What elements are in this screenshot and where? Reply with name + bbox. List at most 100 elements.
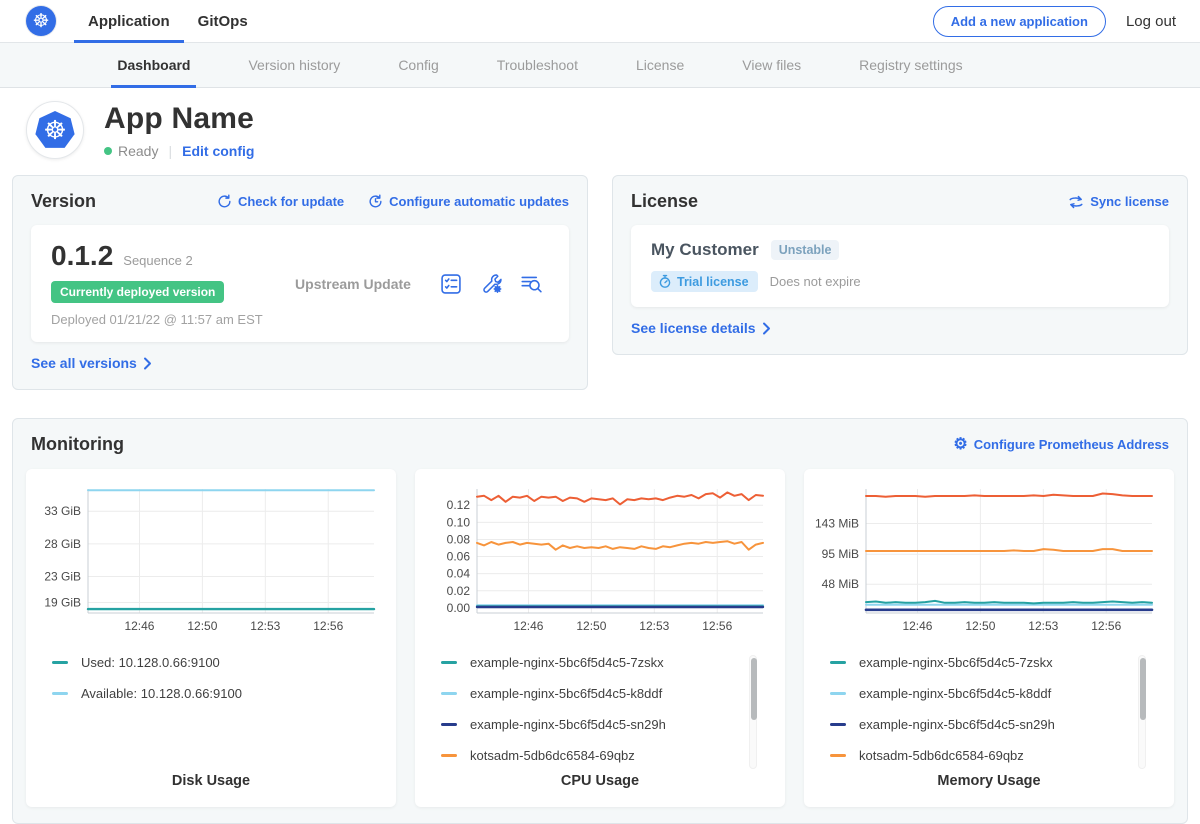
kubernetes-app-icon: ☸: [35, 111, 75, 149]
svg-text:0.10: 0.10: [447, 515, 471, 529]
svg-text:0.00: 0.00: [447, 601, 471, 615]
svg-text:12:50: 12:50: [187, 619, 217, 633]
license-summary-row: My Customer Unstable Trial license Does …: [631, 225, 1169, 307]
legend-item: kotsadm-5db6dc6584-69qbz: [830, 748, 1166, 763]
add-application-button[interactable]: Add a new application: [933, 6, 1106, 37]
preflight-checks-icon[interactable]: [440, 273, 462, 295]
svg-text:23 GiB: 23 GiB: [44, 569, 81, 583]
legend-color-dash: [441, 661, 457, 664]
legend-item: Used: 10.128.0.66:9100: [52, 655, 388, 670]
svg-text:12:56: 12:56: [313, 619, 343, 633]
topnav-tab-application[interactable]: Application: [74, 0, 184, 42]
edit-config-link[interactable]: Edit config: [182, 143, 254, 159]
svg-text:0.02: 0.02: [447, 584, 471, 598]
tab-config[interactable]: Config: [398, 43, 438, 87]
svg-text:0.06: 0.06: [447, 550, 471, 564]
cpu-usage-legend: example-nginx-5bc6f5d4c5-7zskx example-n…: [441, 655, 777, 763]
check-for-update-link[interactable]: Check for update: [217, 194, 344, 209]
tab-version-history[interactable]: Version history: [248, 43, 340, 87]
chart-title: Disk Usage: [34, 773, 388, 793]
deployed-timestamp: Deployed 01/21/22 @ 11:57 am EST: [51, 312, 266, 327]
legend-item: example-nginx-5bc6f5d4c5-7zskx: [830, 655, 1166, 670]
svg-text:95 MiB: 95 MiB: [822, 547, 859, 561]
svg-text:12:56: 12:56: [702, 619, 732, 633]
version-card: Version Check for update Configure autom…: [12, 175, 588, 390]
kubernetes-logo-icon[interactable]: ☸: [26, 6, 56, 36]
cpu-usage-chart: 0.120.100.080.060.040.020.0012:4612:5012…: [423, 481, 771, 639]
deployed-badge: Currently deployed version: [51, 281, 224, 303]
legend-color-dash: [441, 692, 457, 695]
legend-item: example-nginx-5bc6f5d4c5-7zskx: [441, 655, 777, 670]
license-type-badge: Trial license: [651, 271, 758, 292]
disk-usage-card: 33 GiB28 GiB23 GiB19 GiB12:4612:5012:531…: [26, 469, 396, 807]
see-license-details-link[interactable]: See license details: [631, 320, 771, 336]
scrollbar-thumb[interactable]: [1140, 658, 1146, 720]
version-sequence: Sequence 2: [123, 253, 192, 268]
svg-text:143 MiB: 143 MiB: [815, 517, 859, 531]
memory-usage-chart: 143 MiB 95 MiB 48 MiB 12:46 12:50 12:53 12:56: [812, 481, 1160, 639]
svg-text:33 GiB: 33 GiB: [44, 504, 81, 518]
svg-text:0.08: 0.08: [447, 532, 471, 546]
legend-color-dash: [52, 661, 68, 664]
legend-item: example-nginx-5bc6f5d4c5-k8ddf: [441, 686, 777, 701]
tab-license[interactable]: License: [636, 43, 684, 87]
page-title: App Name: [104, 102, 254, 136]
logout-button[interactable]: Log out: [1126, 13, 1176, 30]
legend-scrollbar[interactable]: [749, 655, 757, 769]
tab-registry-settings[interactable]: Registry settings: [859, 43, 962, 87]
clock-refresh-icon: [368, 194, 383, 209]
version-card-title: Version: [31, 191, 96, 212]
monitoring-section: Monitoring ⚙ Configure Prometheus Addres…: [12, 418, 1188, 824]
legend-color-dash: [441, 723, 457, 726]
edit-config-wrench-icon[interactable]: [480, 273, 503, 294]
top-navbar: ☸ Application GitOps Add a new applicati…: [0, 0, 1200, 43]
channel-badge: Unstable: [771, 240, 840, 260]
monitoring-title: Monitoring: [31, 434, 124, 455]
chevron-right-icon: [143, 357, 152, 370]
svg-text:12:50: 12:50: [576, 619, 606, 633]
legend-item: example-nginx-5bc6f5d4c5-sn29h: [441, 717, 777, 732]
see-all-versions-link[interactable]: See all versions: [31, 355, 152, 371]
legend-color-dash: [441, 754, 457, 757]
legend-item: Available: 10.128.0.66:9100: [52, 686, 388, 701]
legend-color-dash: [830, 661, 846, 664]
legend-scrollbar[interactable]: [1138, 655, 1146, 769]
tab-troubleshoot[interactable]: Troubleshoot: [497, 43, 578, 87]
legend-item: example-nginx-5bc6f5d4c5-sn29h: [830, 717, 1166, 732]
topnav-tab-gitops[interactable]: GitOps: [184, 0, 262, 42]
scrollbar-thumb[interactable]: [751, 658, 757, 720]
license-expiration: Does not expire: [770, 274, 861, 289]
svg-text:48 MiB: 48 MiB: [822, 577, 859, 591]
disk-usage-chart: 33 GiB28 GiB23 GiB19 GiB12:4612:5012:531…: [34, 481, 382, 639]
tab-view-files[interactable]: View files: [742, 43, 801, 87]
configure-automatic-updates-link[interactable]: Configure automatic updates: [368, 194, 569, 209]
app-subnav: Dashboard Version history Config Trouble…: [0, 43, 1200, 88]
svg-text:12:46: 12:46: [902, 619, 932, 633]
current-version-row: 0.1.2 Sequence 2 Currently deployed vers…: [31, 225, 569, 342]
legend-item: example-nginx-5bc6f5d4c5-k8ddf: [830, 686, 1166, 701]
svg-text:28 GiB: 28 GiB: [44, 537, 81, 551]
svg-text:12:56: 12:56: [1091, 619, 1121, 633]
gear-icon: ⚙: [953, 437, 967, 453]
version-number: 0.1.2: [51, 240, 113, 272]
svg-text:12:50: 12:50: [965, 619, 995, 633]
svg-text:12:53: 12:53: [250, 619, 280, 633]
legend-color-dash: [52, 692, 68, 695]
cpu-usage-card: 0.120.100.080.060.040.020.0012:4612:5012…: [415, 469, 785, 807]
stopwatch-icon: [658, 274, 672, 289]
configure-prometheus-link[interactable]: ⚙ Configure Prometheus Address: [953, 437, 1169, 453]
svg-text:19 GiB: 19 GiB: [44, 596, 81, 610]
memory-usage-legend: example-nginx-5bc6f5d4c5-7zskx example-n…: [830, 655, 1166, 763]
view-logs-icon[interactable]: [521, 274, 543, 294]
chart-title: CPU Usage: [423, 773, 777, 793]
svg-text:12:53: 12:53: [1028, 619, 1058, 633]
svg-text:0.12: 0.12: [447, 498, 471, 512]
app-avatar: ☸: [26, 101, 84, 159]
memory-usage-card: 143 MiB95 MiB48 MiB12:4612:5012:5312:56 …: [804, 469, 1174, 807]
topnav-tabs: Application GitOps: [74, 0, 262, 42]
legend-color-dash: [830, 692, 846, 695]
disk-usage-legend: Used: 10.128.0.66:9100 Available: 10.128…: [52, 655, 388, 701]
sync-license-link[interactable]: Sync license: [1068, 194, 1169, 209]
legend-item: kotsadm-5db6dc6584-69qbz: [441, 748, 777, 763]
tab-dashboard[interactable]: Dashboard: [117, 43, 190, 87]
